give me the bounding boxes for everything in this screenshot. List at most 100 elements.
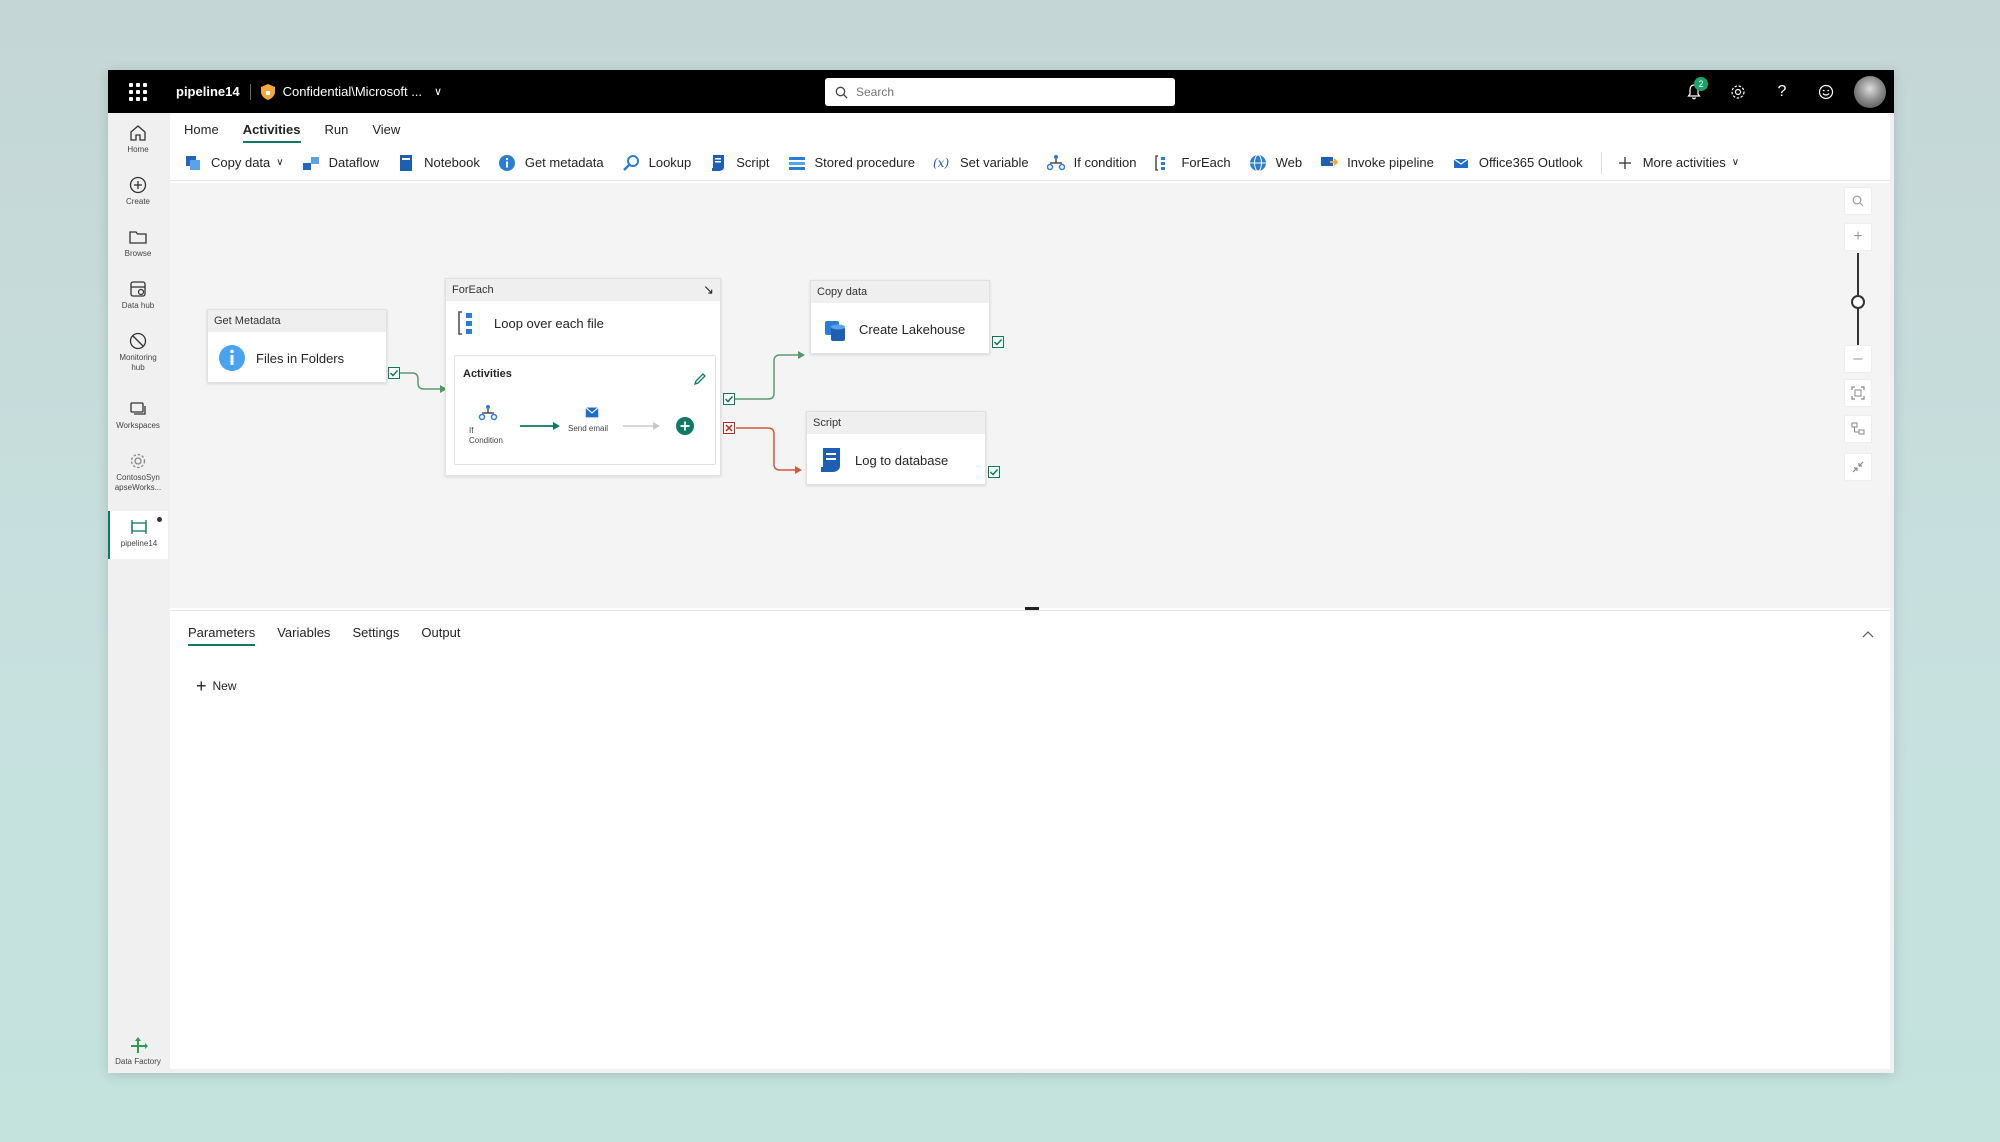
copy-data-button[interactable]: Copy data ∨ — [184, 154, 284, 172]
collapse-panel-button[interactable] — [1862, 625, 1874, 643]
more-activities-label: More activities — [1642, 155, 1726, 170]
script-button[interactable]: Script — [709, 154, 770, 172]
auto-align-icon — [1851, 422, 1865, 435]
success-check-icon[interactable] — [723, 393, 735, 405]
outlook-icon[interactable] — [583, 404, 601, 420]
rail-item-create[interactable]: Create — [108, 175, 168, 207]
foreach-inner-activities[interactable]: Activities If Condition Send email — [454, 355, 716, 465]
zoom-in-button[interactable]: + — [1844, 223, 1872, 251]
script-icon — [821, 448, 840, 472]
success-check-icon[interactable] — [988, 466, 1000, 478]
panel-resize-grip[interactable] — [1025, 607, 1039, 610]
feedback-button[interactable] — [1804, 70, 1848, 113]
lookup-button[interactable]: Lookup — [622, 154, 691, 172]
activity-get-metadata[interactable]: Get Metadata Files in Folders — [207, 309, 387, 383]
foreach-icon — [1155, 154, 1166, 171]
top-right-actions: 2 ? — [1672, 70, 1886, 113]
foreach-label: ForEach — [1181, 155, 1231, 170]
connector-lines — [399, 351, 805, 474]
activity-script[interactable]: Script Log to database — [806, 411, 986, 485]
rail-item-pipeline[interactable]: pipeline14 — [108, 511, 168, 559]
notifications-button[interactable]: 2 — [1672, 70, 1716, 113]
copy-data-icon — [186, 155, 200, 170]
monitor-icon — [129, 332, 147, 350]
app-window: pipeline14 Confidential\Microsoft ... ∨ … — [108, 70, 1894, 1073]
notebook-button[interactable]: Notebook — [397, 154, 480, 172]
settings-button[interactable] — [1716, 70, 1760, 113]
database-icon — [130, 281, 146, 297]
inner-if-label-2: Condition — [469, 436, 503, 445]
tab-variables[interactable]: Variables — [277, 619, 330, 646]
rail-item-data-factory[interactable]: Data Factory — [108, 1035, 168, 1067]
add-circle-icon[interactable] — [675, 416, 695, 436]
tab-run[interactable]: Run — [325, 116, 349, 143]
success-check-icon[interactable] — [388, 367, 400, 379]
item-title[interactable]: pipeline14 — [176, 84, 240, 99]
dataflow-button[interactable]: Dataflow — [302, 154, 379, 172]
activity-copy-data[interactable]: Copy data Create Lakehouse — [810, 280, 990, 354]
pipeline-canvas[interactable]: Get Metadata Files in Folders ForEach ↘ … — [170, 183, 1890, 608]
help-button[interactable]: ? — [1760, 70, 1804, 113]
fit-to-screen-button[interactable] — [1844, 379, 1872, 407]
set-variable-button[interactable]: (x) Set variable — [933, 154, 1029, 172]
if-condition-icon[interactable] — [478, 404, 498, 422]
tab-home[interactable]: Home — [184, 116, 219, 143]
unsaved-dot — [157, 517, 162, 522]
collapse-all-button[interactable] — [1844, 453, 1872, 481]
rail-label-workspace-1: ContosoSyn — [116, 473, 160, 482]
rail-item-workspaces[interactable]: Workspaces — [108, 399, 168, 431]
get-metadata-button[interactable]: Get metadata — [498, 154, 604, 172]
tab-parameters[interactable]: Parameters — [188, 619, 256, 646]
collapse-icon[interactable]: ↘ — [703, 282, 714, 298]
tab-settings[interactable]: Settings — [352, 619, 399, 646]
new-parameter-button[interactable]: + New — [196, 676, 237, 696]
plus-icon — [1618, 156, 1631, 169]
zoom-out-button[interactable]: – — [1844, 345, 1872, 373]
search-box[interactable] — [825, 78, 1175, 106]
rail-label-monitoring-2: hub — [131, 363, 145, 372]
rail-item-browse[interactable]: Browse — [108, 227, 168, 259]
plus-icon: + — [196, 676, 207, 696]
if-condition-button[interactable]: If condition — [1046, 154, 1136, 172]
auto-align-button[interactable] — [1844, 415, 1872, 443]
rail-item-workspace[interactable]: ContosoSyn apseWorks... — [108, 451, 168, 493]
collapse-icon — [1852, 461, 1864, 473]
rail-item-monitoring[interactable]: Monitoring hub — [108, 331, 168, 373]
success-check-icon[interactable] — [992, 336, 1004, 348]
failure-x-icon[interactable] — [723, 422, 735, 434]
chevron-down-icon[interactable]: ∨ — [434, 85, 442, 98]
stored-procedure-icon — [788, 156, 805, 170]
activity-name: Create Lakehouse — [859, 321, 966, 337]
script-icon — [712, 154, 725, 171]
web-button[interactable]: Web — [1249, 154, 1302, 172]
tab-output[interactable]: Output — [421, 619, 460, 646]
zoom-slider-thumb[interactable] — [1851, 295, 1865, 309]
invoke-pipeline-button[interactable]: Invoke pipeline — [1320, 154, 1434, 172]
rail-label-workspace-2: apseWorks... — [114, 483, 162, 492]
stored-procedure-button[interactable]: Stored procedure — [788, 154, 915, 172]
sensitivity-label[interactable]: Confidential\Microsoft ... — [283, 84, 422, 99]
tab-activities[interactable]: Activities — [242, 116, 301, 143]
chevron-down-icon[interactable]: ∨ — [276, 157, 283, 168]
app-launcher-button[interactable] — [108, 70, 168, 113]
inner-if-label-1: If — [469, 426, 474, 435]
search-icon — [1852, 195, 1864, 207]
activity-foreach[interactable]: ForEach ↘ Loop over each file Activities — [445, 278, 721, 476]
more-activities-button[interactable]: More activities ∨ — [1616, 154, 1739, 172]
foreach-button[interactable]: ForEach — [1154, 154, 1231, 172]
rail-item-home[interactable]: Home — [108, 123, 168, 155]
search-input[interactable] — [856, 85, 1156, 99]
office365-outlook-button[interactable]: Office365 Outlook — [1452, 154, 1583, 172]
rail-label-monitoring: Monitoring — [119, 353, 157, 362]
tab-view[interactable]: View — [372, 116, 400, 143]
pipeline-icon — [131, 520, 147, 534]
gear-icon — [1731, 84, 1745, 99]
if-condition-icon — [1046, 154, 1065, 170]
canvas-search-button[interactable] — [1844, 187, 1872, 215]
avatar[interactable] — [1854, 75, 1886, 108]
rail-item-data-hub[interactable]: Data hub — [108, 279, 168, 311]
svg-text:(x): (x) — [933, 156, 949, 170]
question-mark-icon: ? — [1777, 82, 1787, 100]
properties-panel: Parameters Variables Settings Output + N… — [170, 607, 1890, 1069]
left-rail: Home Create Browse Data hub Monitoring h… — [108, 113, 168, 1073]
